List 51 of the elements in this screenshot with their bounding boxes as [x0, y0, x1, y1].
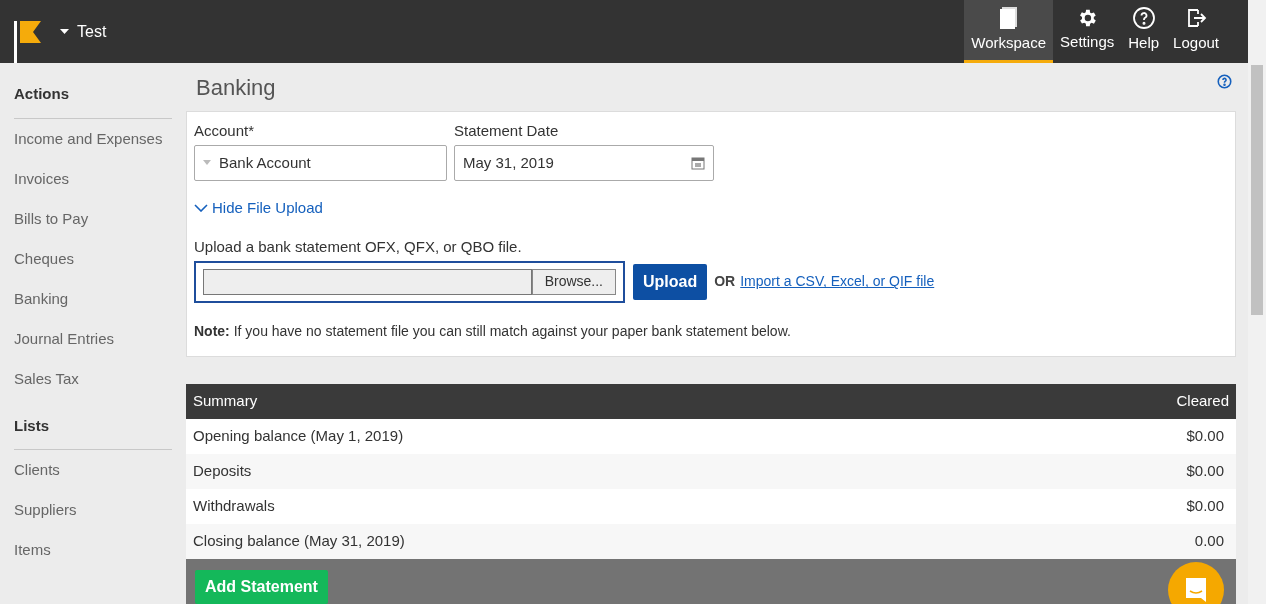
chat-button[interactable] — [1168, 562, 1224, 604]
scrollbar[interactable] — [1248, 63, 1266, 604]
caret-icon — [60, 29, 69, 34]
chat-icon — [1183, 577, 1209, 603]
browse-button[interactable]: Browse... — [531, 268, 616, 295]
nav-tab[interactable]: Logout — [1166, 0, 1226, 63]
table-cell: Opening balance (May 1, 2019) — [186, 419, 997, 454]
column-header: Cleared — [997, 384, 1236, 419]
table-cell: 0.00 — [997, 524, 1236, 559]
sidebar-heading: Lists — [14, 414, 172, 450]
sidebar-item[interactable]: Bills to Pay — [14, 198, 172, 239]
date-field[interactable]: May 31, 2019 — [454, 144, 714, 181]
sidebar-item[interactable]: Banking — [14, 278, 172, 319]
note-text: Note: If you have no statement file you can still match against your paper bank statement below. — [194, 321, 792, 341]
table-cell: $0.00 — [997, 489, 1236, 524]
sidebar-item[interactable]: Invoices — [14, 158, 172, 199]
scrollbar[interactable] — [1248, 0, 1266, 63]
or-label: OR — [714, 272, 736, 292]
file-input-field[interactable]: Browse... — [194, 260, 625, 303]
sidebar-item[interactable]: Income and Expenses — [14, 118, 172, 159]
column-header: Summary — [186, 384, 997, 419]
sidebar-item[interactable]: Suppliers — [14, 490, 172, 530]
company-dropdown[interactable]: Test — [60, 0, 107, 63]
sidebar-heading: Actions — [14, 83, 172, 119]
help-icon[interactable] — [1217, 73, 1232, 89]
import-link[interactable]: Import a CSV, Excel, or QIF file — [740, 271, 935, 293]
chevron-icon — [194, 204, 208, 213]
page-title: Banking — [196, 73, 276, 102]
account-select[interactable]: Bank Account — [194, 144, 447, 181]
nav-tab[interactable]: Settings — [1053, 0, 1122, 63]
table-cell: Withdrawals — [186, 489, 997, 524]
table-cell: $0.00 — [997, 454, 1236, 489]
field-label: Statement Date — [454, 121, 560, 142]
nav-tab[interactable]: Help — [1121, 0, 1167, 63]
nav-tab[interactable]: Workspace — [964, 0, 1054, 63]
hide-file-upload-toggle[interactable]: Hide File Upload — [194, 196, 323, 220]
sidebar-item[interactable]: Journal Entries — [14, 318, 172, 359]
caret-icon — [203, 160, 211, 166]
field-label: Account* — [194, 121, 256, 142]
upload-hint: Upload a bank statement OFX, QFX, or QBO file. — [194, 237, 523, 258]
book-icon — [998, 5, 1019, 30]
sidebar-item[interactable]: Sales Tax — [14, 358, 172, 399]
table-cell: Closing balance (May 31, 2019) — [186, 524, 997, 559]
sidebar-item[interactable]: Items — [14, 530, 172, 570]
help-icon — [1131, 5, 1156, 30]
sidebar-item[interactable]: Clients — [14, 450, 172, 490]
table-cell: Deposits — [186, 454, 997, 489]
upload-button[interactable]: Upload — [633, 263, 708, 300]
table-cell: $0.00 — [997, 419, 1236, 454]
calendar-icon[interactable] — [691, 155, 705, 170]
sidebar-item[interactable]: Cheques — [14, 238, 172, 279]
